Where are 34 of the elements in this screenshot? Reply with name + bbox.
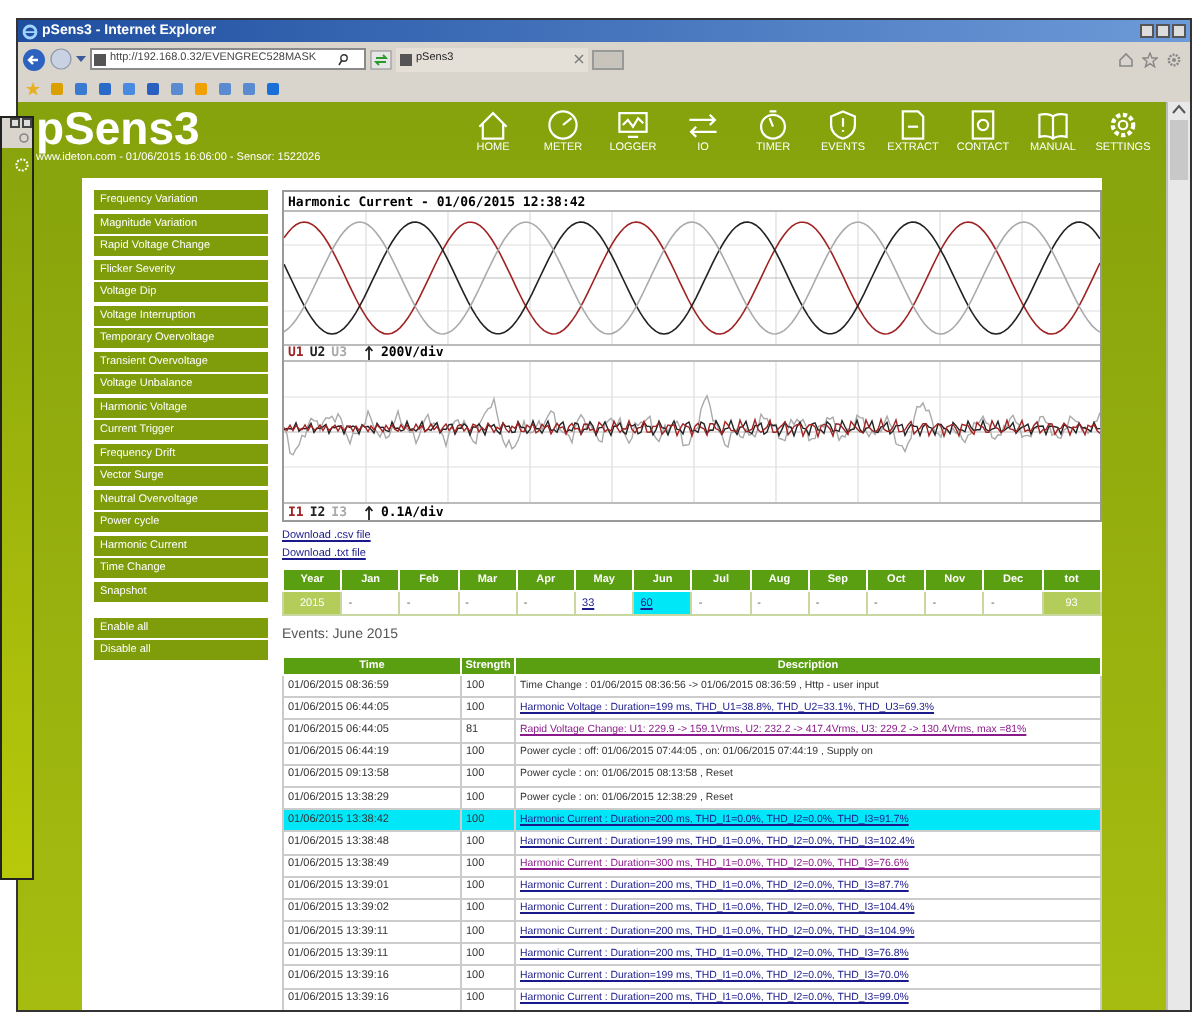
scrollbar-thumb[interactable] bbox=[1170, 120, 1188, 180]
scrollbar[interactable] bbox=[1166, 102, 1190, 1010]
close-icon[interactable] bbox=[574, 54, 584, 64]
settings-icon[interactable] bbox=[18, 132, 30, 144]
monitor-icon bbox=[616, 108, 650, 142]
document-icon bbox=[896, 108, 930, 142]
arrow-icon bbox=[364, 346, 375, 360]
minimize-button[interactable] bbox=[1140, 24, 1154, 38]
star-icon[interactable] bbox=[1142, 51, 1158, 67]
new-tab-button[interactable] bbox=[592, 49, 624, 69]
gauge-icon bbox=[546, 108, 580, 142]
logo: pSens3 bbox=[36, 104, 200, 152]
refresh-button[interactable] bbox=[370, 49, 392, 69]
search-icon[interactable] bbox=[338, 53, 348, 65]
scroll-up-icon[interactable] bbox=[1172, 104, 1186, 114]
home-icon[interactable] bbox=[1118, 51, 1134, 67]
settings-icon bbox=[1106, 108, 1140, 142]
gear-icon bbox=[14, 156, 30, 174]
close-button[interactable] bbox=[1172, 24, 1186, 38]
settings-icon[interactable] bbox=[1166, 51, 1182, 67]
arrows-icon bbox=[686, 108, 720, 142]
maximize-button[interactable] bbox=[1156, 24, 1170, 38]
star-icon[interactable] bbox=[26, 82, 40, 96]
close-button[interactable] bbox=[22, 118, 32, 128]
browser-logo-icon bbox=[22, 23, 38, 39]
book-icon bbox=[1036, 108, 1070, 142]
contact-icon bbox=[966, 108, 1000, 142]
home-icon bbox=[476, 108, 510, 142]
arrow-icon bbox=[364, 505, 375, 519]
timer-icon bbox=[756, 108, 790, 142]
back-button[interactable] bbox=[22, 47, 46, 71]
dropdown-icon[interactable] bbox=[76, 55, 86, 63]
shield-icon bbox=[826, 108, 860, 142]
maximize-button[interactable] bbox=[10, 118, 20, 128]
